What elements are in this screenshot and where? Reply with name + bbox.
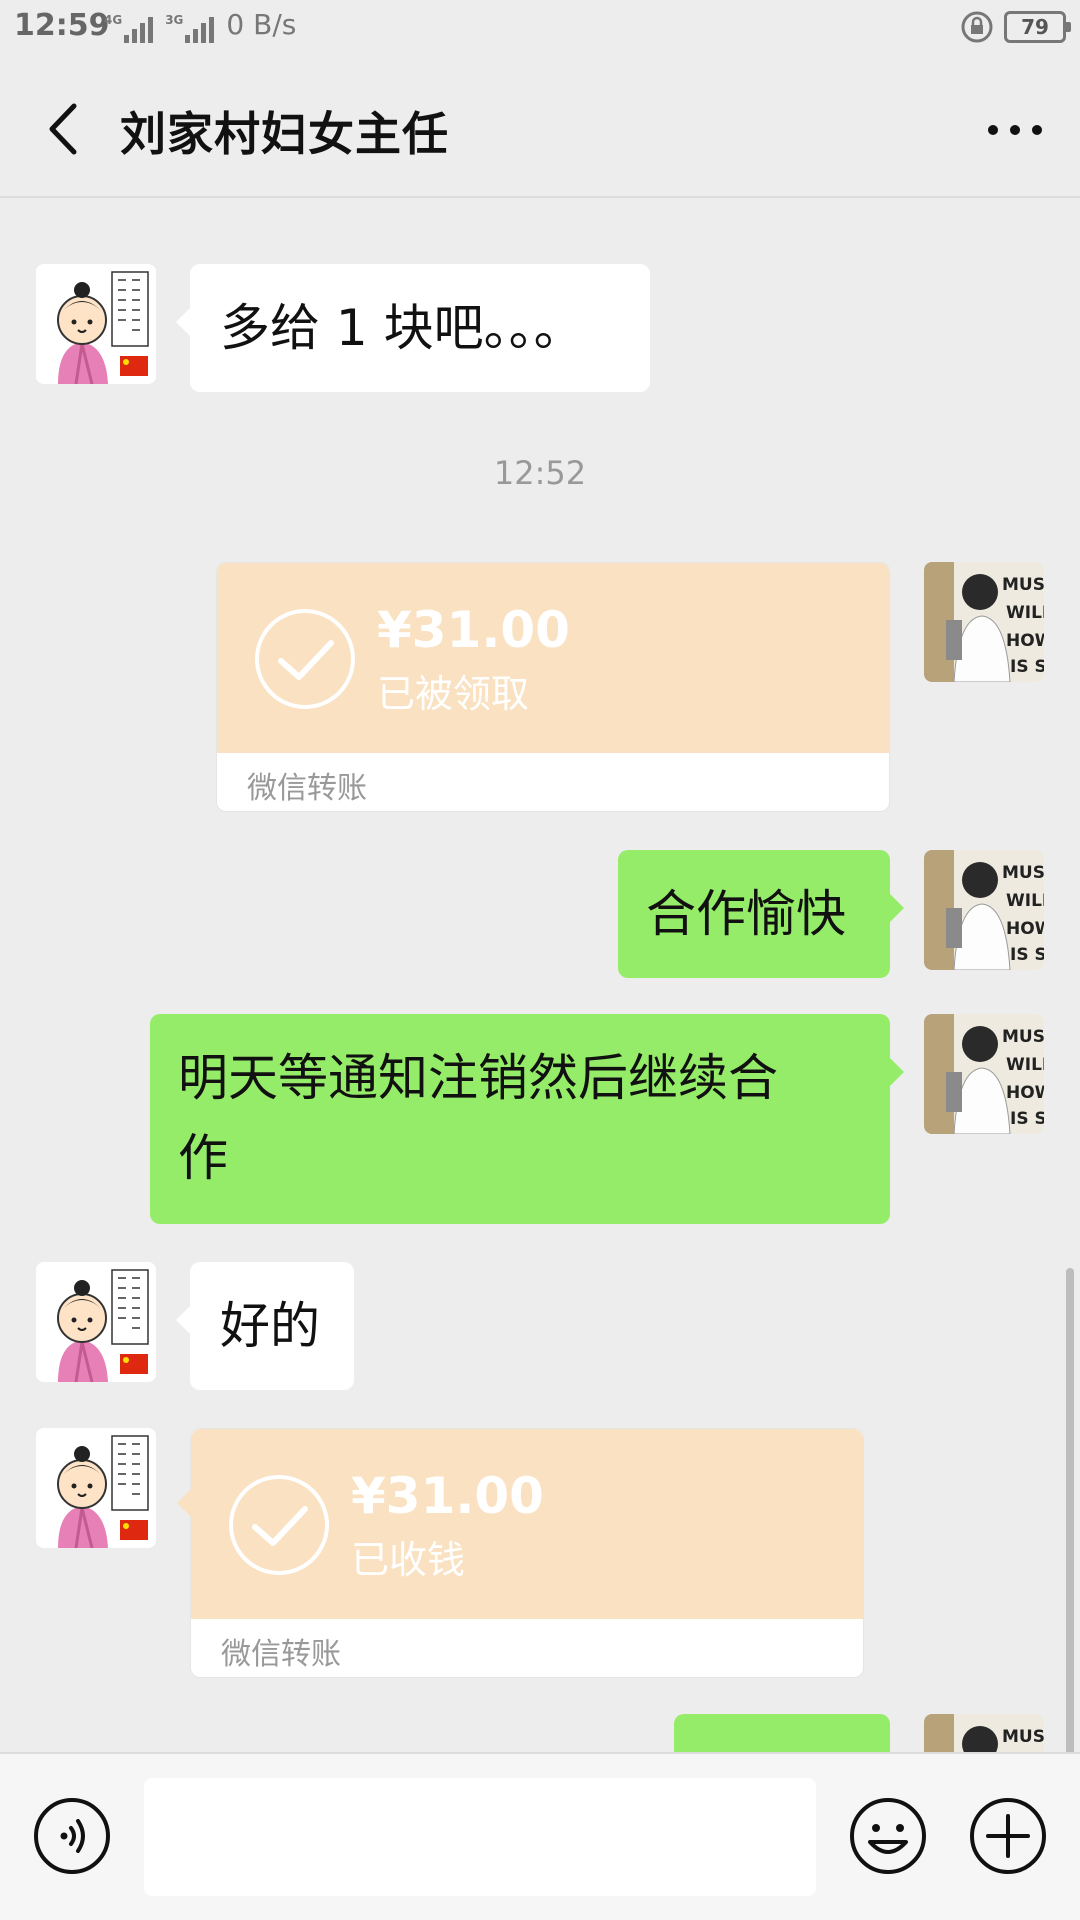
scrollbar[interactable]: [1066, 1268, 1074, 1752]
photo-avatar-icon: MUSE WILL HOW IS S: [924, 562, 1044, 682]
message-input[interactable]: [144, 1778, 816, 1896]
transfer-amount: ¥31.00: [377, 601, 570, 659]
message-text-line: 明天等通知注销然后继续合: [178, 1049, 778, 1107]
contact-avatar[interactable]: [36, 264, 156, 384]
chat-header: 刘家村妇女主任: [0, 56, 1080, 198]
my-avatar[interactable]: MUSE WILL HOW IS S: [924, 562, 1044, 682]
chat-message-list[interactable]: 多给 1 块吧。。。 12:52 ¥31.00 已被领取 微信转账 MUSE: [0, 200, 1080, 1752]
signal-bars-icon: [124, 17, 154, 43]
svg-text:IS S: IS S: [1010, 657, 1044, 677]
emoji-icon[interactable]: [848, 1796, 928, 1876]
transfer-footer: 微信转账: [247, 771, 367, 806]
svg-text:IS S: IS S: [1010, 1109, 1044, 1129]
cartoon-girl-avatar-icon: [36, 264, 156, 384]
message-text: 多给 1 块吧。。。: [220, 299, 584, 357]
svg-text:WILL: WILL: [1006, 891, 1044, 911]
my-avatar[interactable]: MUSE WILL HOW IS S: [924, 850, 1044, 970]
my-avatar[interactable]: MUSE: [924, 1714, 1044, 1752]
cartoon-girl-avatar-icon: [36, 1428, 156, 1548]
network-speed: 0 B/s: [226, 8, 297, 41]
message-bubble-received[interactable]: 多给 1 块吧。。。: [176, 264, 650, 392]
chat-title: 刘家村妇女主任: [120, 107, 449, 161]
svg-text:MUSE: MUSE: [1002, 1727, 1044, 1747]
battery-icon: 79: [1004, 11, 1071, 43]
message-bubble-sent-partial[interactable]: [674, 1714, 890, 1752]
transfer-amount: ¥31.00: [351, 1467, 544, 1525]
contact-avatar[interactable]: [36, 1428, 156, 1548]
cartoon-girl-avatar-icon: [36, 1262, 156, 1382]
chevron-left-icon[interactable]: [34, 94, 94, 164]
transfer-status: 已被领取: [377, 672, 530, 716]
svg-text:MUSE: MUSE: [1002, 863, 1044, 883]
svg-text:HOW: HOW: [1006, 919, 1044, 939]
transfer-card-sent[interactable]: ¥31.00 已被领取 微信转账: [216, 562, 890, 812]
network-2-label: 3G: [165, 13, 184, 27]
message-bubble-sent[interactable]: 明天等通知注销然后继续合 作: [150, 1014, 904, 1224]
contact-avatar[interactable]: [36, 1262, 156, 1382]
message-timestamp: 12:52: [493, 454, 587, 492]
status-right: 79: [960, 10, 1071, 44]
rotation-lock-icon: [961, 11, 993, 43]
chat-screen: 12:59 4G 3G 0 B/s 79 刘家村妇女主任 多给 1 块吧。。。 …: [0, 0, 1080, 1920]
transfer-card-received[interactable]: ¥31.00 已收钱 微信转账: [177, 1428, 864, 1678]
status-bar: 12:59 4G 3G 0 B/s 79: [0, 0, 1080, 56]
my-avatar[interactable]: MUSE WILL HOW IS S: [924, 1014, 1044, 1134]
svg-text:WILL: WILL: [1006, 1055, 1044, 1075]
more-dots-icon[interactable]: [980, 100, 1050, 160]
network-1-label: 4G: [104, 13, 123, 27]
svg-text:IS S: IS S: [1010, 945, 1044, 965]
signal-bars-icon: [185, 17, 215, 43]
message-text: 好的: [220, 1297, 320, 1355]
svg-text:HOW: HOW: [1006, 1083, 1044, 1103]
svg-text:MUSE: MUSE: [1002, 1027, 1044, 1047]
message-bubble-sent[interactable]: 合作愉快: [618, 850, 904, 978]
check-circle-icon: [255, 609, 355, 709]
svg-text:MUSE: MUSE: [1002, 575, 1044, 595]
message-text: 合作愉快: [646, 885, 846, 943]
transfer-footer: 微信转账: [221, 1637, 341, 1672]
svg-text:HOW: HOW: [1006, 631, 1044, 651]
photo-avatar-icon: MUSE WILL HOW IS S: [924, 1014, 1044, 1134]
plus-icon[interactable]: [968, 1796, 1048, 1876]
message-text-line: 作: [178, 1129, 228, 1187]
photo-avatar-icon: MUSE: [924, 1714, 1044, 1752]
check-circle-icon: [229, 1475, 329, 1575]
network-indicators: 4G 3G 0 B/s: [104, 8, 297, 43]
voice-icon[interactable]: [32, 1796, 112, 1876]
svg-text:WILL: WILL: [1006, 603, 1044, 623]
photo-avatar-icon: MUSE WILL HOW IS S: [924, 850, 1044, 970]
transfer-status: 已收钱: [351, 1538, 466, 1582]
input-bar: [0, 1752, 1080, 1920]
message-bubble-received[interactable]: 好的: [176, 1262, 354, 1390]
status-time: 12:59: [14, 8, 110, 43]
